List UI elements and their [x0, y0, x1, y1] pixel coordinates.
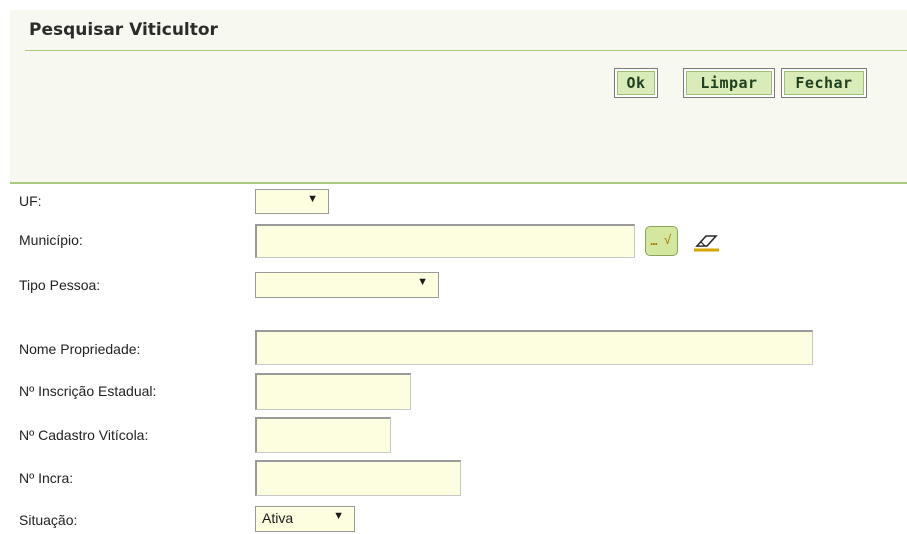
header-divider — [10, 182, 907, 184]
incra-field[interactable] — [255, 460, 461, 496]
inscricao-estadual-label: Nº Inscrição Estadual: — [19, 383, 157, 399]
limpar-button-label: Limpar — [686, 71, 772, 95]
municipio-field[interactable] — [255, 224, 635, 258]
header-top-strip — [10, 0, 907, 10]
page-title: Pesquisar Viticultor — [29, 20, 218, 40]
lookup-municipio-button[interactable]: ... √ — [645, 226, 678, 256]
chevron-down-icon: ▼ — [307, 193, 318, 205]
cadastro-viticola-label: Nº Cadastro Vitícola: — [19, 427, 149, 443]
eraser-icon[interactable] — [689, 228, 723, 256]
fechar-button[interactable]: Fechar — [781, 68, 867, 98]
situacao-label: Situação: — [19, 512, 78, 528]
incra-label: Nº Incra: — [19, 470, 74, 486]
inscricao-estadual-field[interactable] — [255, 373, 411, 410]
uf-select[interactable]: ▼ — [255, 189, 329, 214]
situacao-select[interactable]: Ativa ▼ — [255, 506, 355, 532]
header-panel: Pesquisar Viticultor Ok Limpar Fechar — [10, 0, 907, 184]
tipo-pessoa-select[interactable]: ▼ — [255, 272, 439, 298]
lookup-dots-icon: ... — [650, 234, 658, 248]
limpar-button[interactable]: Limpar — [683, 68, 775, 98]
municipio-label: Município: — [19, 232, 83, 248]
situacao-select-value: Ativa — [262, 510, 294, 526]
lookup-check-icon: √ — [664, 232, 672, 247]
ok-button[interactable]: Ok — [614, 68, 658, 98]
chevron-down-icon: ▼ — [333, 510, 344, 522]
tipo-pessoa-label: Tipo Pessoa: — [19, 277, 101, 293]
nome-propriedade-field[interactable] — [255, 330, 813, 365]
ok-button-label: Ok — [617, 71, 655, 95]
title-divider — [25, 50, 907, 51]
chevron-down-icon: ▼ — [417, 276, 428, 288]
fechar-button-label: Fechar — [784, 71, 864, 95]
nome-propriedade-label: Nome Propriedade: — [19, 341, 141, 357]
cadastro-viticola-field[interactable] — [255, 417, 391, 453]
uf-label: UF: — [19, 193, 42, 209]
